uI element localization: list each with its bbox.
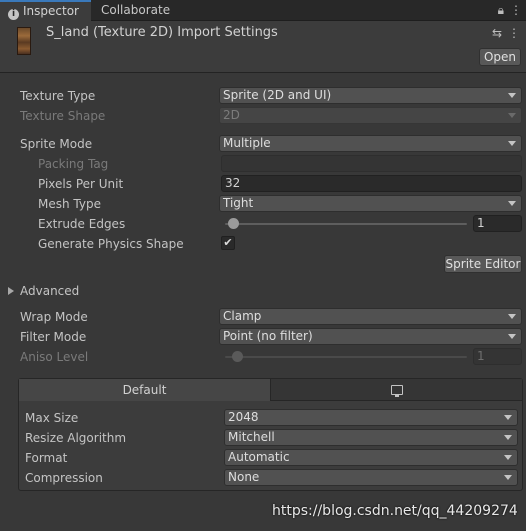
extrude-edges-slider-knob[interactable] xyxy=(228,218,239,229)
packing-tag-row: Packing Tag xyxy=(0,155,526,173)
open-button[interactable]: Open xyxy=(479,48,521,66)
sprite-mode-value: Multiple xyxy=(223,136,271,150)
chevron-down-icon xyxy=(508,113,516,118)
checkmark-icon: ✔ xyxy=(223,236,233,249)
texture-type-row: Texture Type Sprite (2D and UI) xyxy=(0,87,526,105)
pixels-per-unit-label: Pixels Per Unit xyxy=(38,177,124,191)
format-dropdown[interactable]: Automatic xyxy=(224,449,518,466)
preset-icon[interactable]: ⇆ xyxy=(492,25,502,41)
packing-tag-label: Packing Tag xyxy=(38,157,109,171)
advanced-foldout[interactable]: Advanced xyxy=(0,282,526,300)
more-vertical-icon[interactable]: ⋮ xyxy=(510,2,522,18)
wrap-mode-dropdown[interactable]: Clamp xyxy=(219,308,522,325)
platform-settings-panel: Default Max Size 2048 Resize Algorithm M… xyxy=(18,378,523,491)
chevron-down-icon xyxy=(504,475,512,480)
chevron-down-icon xyxy=(508,93,516,98)
pixels-per-unit-field[interactable]: 32 xyxy=(221,175,522,192)
wrap-mode-value: Clamp xyxy=(223,309,262,323)
mesh-type-value: Tight xyxy=(223,196,254,210)
extrude-edges-slider-track[interactable] xyxy=(225,223,467,225)
chevron-down-icon xyxy=(504,455,512,460)
sprite-mode-dropdown[interactable]: Multiple xyxy=(219,135,522,152)
more-vertical-icon[interactable]: ⋮ xyxy=(508,25,520,41)
max-size-value: 2048 xyxy=(228,410,259,424)
window-tab-bar: i Inspector Collaborate 🔒︎ ⋮ xyxy=(0,0,526,21)
lock-icon[interactable]: 🔒︎ xyxy=(498,2,504,18)
filter-mode-label: Filter Mode xyxy=(20,330,87,344)
generate-physics-shape-label: Generate Physics Shape xyxy=(38,237,184,251)
mesh-type-label: Mesh Type xyxy=(38,197,101,211)
compression-label: Compression xyxy=(25,471,103,485)
header-icons: ⇆ ⋮ xyxy=(492,25,520,41)
texture-type-label: Texture Type xyxy=(20,89,96,103)
format-row: Format Automatic xyxy=(19,449,522,467)
texture-type-dropdown[interactable]: Sprite (2D and UI) xyxy=(219,87,522,104)
resize-algorithm-row: Resize Algorithm Mitchell xyxy=(19,429,522,447)
inspector-header: S_land (Texture 2D) Import Settings ⇆ ⋮ … xyxy=(0,21,526,73)
tab-inspector[interactable]: i Inspector xyxy=(0,0,91,21)
max-size-dropdown[interactable]: 2048 xyxy=(224,409,518,426)
texture-type-value: Sprite (2D and UI) xyxy=(223,88,332,102)
sprite-editor-row: Sprite Editor xyxy=(0,255,526,273)
mesh-type-row: Mesh Type Tight xyxy=(0,195,526,213)
sprite-mode-row: Sprite Mode Multiple xyxy=(0,135,526,153)
aniso-level-slider-track xyxy=(225,356,467,358)
chevron-down-icon xyxy=(508,201,516,206)
tab-inspector-label: Inspector xyxy=(23,4,79,18)
format-label: Format xyxy=(25,451,68,465)
tab-default-label: Default xyxy=(122,383,167,397)
filter-mode-value: Point (no filter) xyxy=(223,329,313,343)
monitor-icon xyxy=(390,385,403,397)
resize-algorithm-dropdown[interactable]: Mitchell xyxy=(224,429,518,446)
tabbar-controls: 🔒︎ ⋮ xyxy=(498,2,522,18)
aniso-level-row: Aniso Level 1 xyxy=(0,348,526,366)
compression-value: None xyxy=(228,470,260,484)
texture-shape-label: Texture Shape xyxy=(20,109,106,123)
advanced-label: Advanced xyxy=(20,284,80,298)
pixels-per-unit-row: Pixels Per Unit 32 xyxy=(0,175,526,193)
max-size-label: Max Size xyxy=(25,411,79,425)
chevron-down-icon xyxy=(508,314,516,319)
generate-physics-shape-row: Generate Physics Shape ✔ xyxy=(0,235,526,253)
chevron-down-icon xyxy=(504,435,512,440)
extrude-edges-label: Extrude Edges xyxy=(38,217,126,231)
resize-algorithm-label: Resize Algorithm xyxy=(25,431,127,445)
chevron-down-icon xyxy=(508,141,516,146)
aniso-level-label: Aniso Level xyxy=(20,350,89,364)
texture-shape-dropdown: 2D xyxy=(219,107,522,124)
aniso-level-slider-knob xyxy=(232,351,243,362)
packing-tag-field xyxy=(221,155,522,172)
tab-collaborate[interactable]: Collaborate xyxy=(93,0,183,21)
texture-shape-value: 2D xyxy=(223,108,240,122)
tab-standalone-platform[interactable] xyxy=(271,379,522,401)
resize-algorithm-value: Mitchell xyxy=(228,430,275,444)
texture-thumbnail xyxy=(17,27,31,55)
sprite-mode-label: Sprite Mode xyxy=(20,137,93,151)
wrap-mode-row: Wrap Mode Clamp xyxy=(0,308,526,326)
chevron-down-icon xyxy=(508,334,516,339)
chevron-right-icon xyxy=(8,287,14,295)
texture-shape-row: Texture Shape 2D xyxy=(0,107,526,125)
watermark-text: https://blog.csdn.net/qq_44209274 xyxy=(272,503,518,519)
tab-default-platform[interactable]: Default xyxy=(19,379,271,401)
aniso-level-field: 1 xyxy=(473,348,522,365)
max-size-row: Max Size 2048 xyxy=(19,409,522,427)
mesh-type-dropdown[interactable]: Tight xyxy=(219,195,522,212)
format-value: Automatic xyxy=(228,450,290,464)
extrude-edges-row: Extrude Edges 1 xyxy=(0,215,526,233)
page-title: S_land (Texture 2D) Import Settings xyxy=(46,25,278,40)
compression-dropdown[interactable]: None xyxy=(224,469,518,486)
filter-mode-row: Filter Mode Point (no filter) xyxy=(0,328,526,346)
extrude-edges-field[interactable]: 1 xyxy=(473,215,522,232)
filter-mode-dropdown[interactable]: Point (no filter) xyxy=(219,328,522,345)
info-icon: i xyxy=(8,9,19,20)
wrap-mode-label: Wrap Mode xyxy=(20,310,88,324)
generate-physics-shape-checkbox[interactable]: ✔ xyxy=(221,236,235,250)
sprite-editor-button[interactable]: Sprite Editor xyxy=(444,255,522,273)
chevron-down-icon xyxy=(504,415,512,420)
compression-row: Compression None xyxy=(19,469,522,487)
tab-collaborate-label: Collaborate xyxy=(101,3,171,17)
